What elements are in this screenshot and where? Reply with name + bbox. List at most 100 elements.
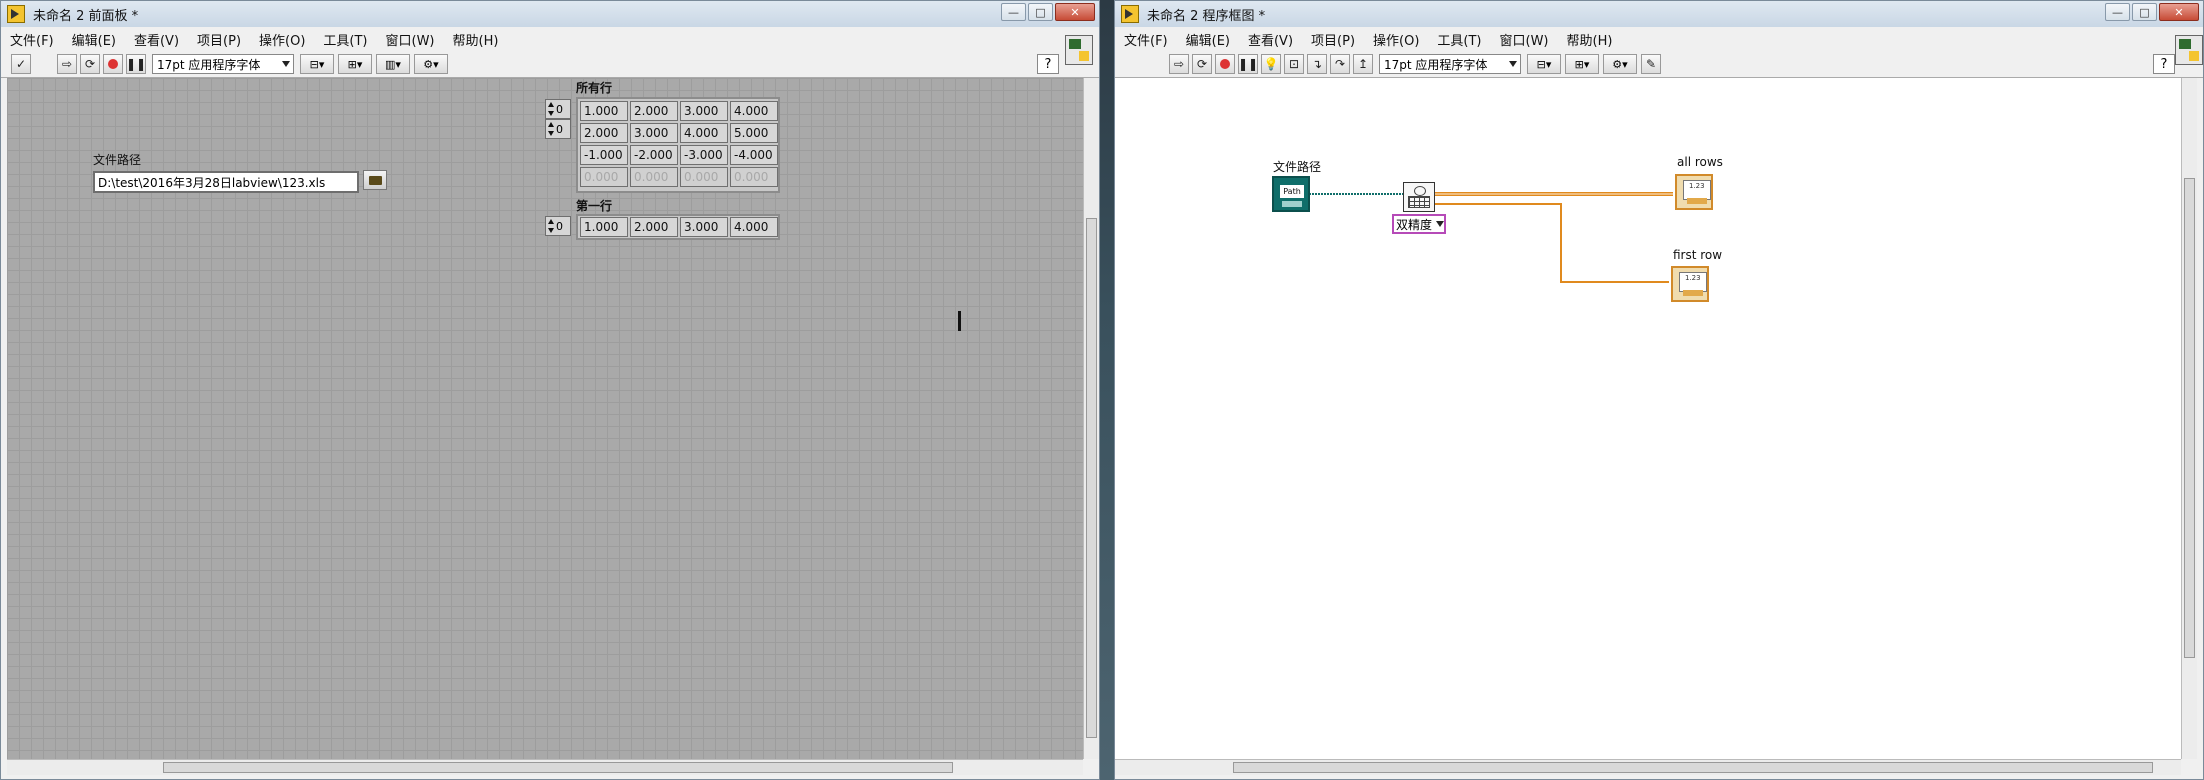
resize-objects-icon[interactable]: ▥▾: [376, 54, 410, 74]
table-cell[interactable]: 0.000: [680, 167, 728, 187]
highlight-execution-icon[interactable]: 💡: [1261, 54, 1281, 74]
abort-icon[interactable]: [1215, 54, 1235, 74]
menu-operate[interactable]: 操作(O): [1364, 30, 1428, 49]
table-cell[interactable]: -3.000: [680, 145, 728, 165]
block-diagram-titlebar[interactable]: 未命名 2 程序框图 * — □ ✕: [1115, 1, 2203, 27]
first-row-indicator-terminal[interactable]: 1.23: [1671, 266, 1709, 302]
run-continuously-icon[interactable]: ⟳: [80, 54, 100, 74]
menu-project[interactable]: 项目(P): [188, 30, 250, 49]
table-cell[interactable]: 2.000: [630, 101, 678, 121]
menu-tools[interactable]: 工具(T): [314, 30, 376, 49]
all-rows-indicator-label: all rows: [1677, 155, 1723, 169]
retain-wire-values-icon[interactable]: ⊡: [1284, 54, 1304, 74]
table-cell[interactable]: 4.000: [680, 123, 728, 143]
table-cell[interactable]: 0.000: [730, 167, 778, 187]
connector-pane-icon[interactable]: [2175, 35, 2203, 65]
table-cell[interactable]: 4.000: [730, 217, 778, 237]
scrollbar-thumb[interactable]: [1233, 762, 2153, 773]
menu-file[interactable]: 文件(F): [1, 30, 63, 49]
browse-folder-icon[interactable]: [363, 170, 387, 190]
path-control-terminal[interactable]: Path: [1272, 176, 1310, 212]
file-path-label: 文件路径: [93, 153, 142, 167]
menu-window[interactable]: 窗口(W): [1491, 30, 1558, 49]
menu-bar: 文件(F) 编辑(E) 查看(V) 项目(P) 操作(O) 工具(T) 窗口(W…: [1, 27, 1099, 51]
clean-up-diagram-icon[interactable]: ✎: [1641, 54, 1661, 74]
menu-edit[interactable]: 编辑(E): [1177, 30, 1239, 49]
menu-view[interactable]: 查看(V): [125, 30, 188, 49]
run-continuously-icon[interactable]: ⟳: [1192, 54, 1212, 74]
table-cell[interactable]: 3.000: [680, 217, 728, 237]
run-arrow-icon[interactable]: ⇨: [57, 54, 77, 74]
menu-edit[interactable]: 编辑(E): [63, 30, 125, 49]
vertical-scrollbar[interactable]: [1083, 78, 1099, 759]
minimize-button[interactable]: —: [1001, 3, 1026, 21]
table-cell[interactable]: 0.000: [630, 167, 678, 187]
labview-vi-icon: [7, 5, 25, 23]
menu-operate[interactable]: 操作(O): [250, 30, 314, 49]
table-cell[interactable]: 2.000: [580, 123, 628, 143]
table-cell[interactable]: -1.000: [580, 145, 628, 165]
table-cell[interactable]: 1.000: [580, 217, 628, 237]
first-row-wire: [1435, 203, 1669, 283]
block-diagram-canvas[interactable]: 文件路径 Path 双精度 all rows 1.23 first row 1.…: [1115, 78, 2181, 759]
first-row-array: 1.000 2.000 3.000 4.000: [576, 214, 780, 240]
all-rows-indicator-terminal[interactable]: 1.23: [1675, 174, 1713, 210]
close-button[interactable]: ✕: [1055, 3, 1095, 21]
maximize-button[interactable]: □: [2132, 3, 2157, 21]
scrollbar-thumb[interactable]: [1086, 218, 1097, 738]
row-index-stepper[interactable]: 0: [545, 99, 571, 119]
help-icon[interactable]: ?: [1037, 54, 1059, 74]
run-arrow-icon[interactable]: ⇨: [1169, 54, 1189, 74]
table-cell[interactable]: 0.000: [580, 167, 628, 187]
font-selector[interactable]: 17pt 应用程序字体: [1379, 54, 1521, 74]
align-objects-icon[interactable]: ⊟▾: [300, 54, 334, 74]
step-into-icon[interactable]: ↴: [1307, 54, 1327, 74]
menu-help[interactable]: 帮助(H): [444, 30, 508, 49]
maximize-button[interactable]: □: [1028, 3, 1053, 21]
read-spreadsheet-file-function[interactable]: [1403, 182, 1435, 212]
vertical-scrollbar[interactable]: [2181, 78, 2197, 759]
file-path-input[interactable]: D:\test\2016年3月28日labview\123.xls: [93, 171, 359, 193]
menu-bar: 文件(F) 编辑(E) 查看(V) 项目(P) 操作(O) 工具(T) 窗口(W…: [1115, 27, 2203, 51]
table-cell[interactable]: -2.000: [630, 145, 678, 165]
help-icon[interactable]: ?: [2153, 54, 2175, 74]
horizontal-scrollbar[interactable]: [7, 759, 1083, 775]
step-over-icon[interactable]: ↷: [1330, 54, 1350, 74]
minimize-button[interactable]: —: [2105, 3, 2130, 21]
column-index-stepper[interactable]: 0: [545, 119, 571, 139]
menu-file[interactable]: 文件(F): [1115, 30, 1177, 49]
front-panel-window: 未命名 2 前面板 * — □ ✕ 文件(F) 编辑(E) 查看(V) 项目(P…: [0, 0, 1100, 780]
checkmark-icon[interactable]: ✓: [11, 54, 31, 74]
pause-icon[interactable]: ❚❚: [126, 54, 146, 74]
table-cell[interactable]: 3.000: [630, 123, 678, 143]
menu-view[interactable]: 查看(V): [1239, 30, 1302, 49]
reorder-icon[interactable]: ⚙▾: [414, 54, 448, 74]
table-cell[interactable]: 4.000: [730, 101, 778, 121]
front-panel-canvas[interactable]: 文件路径 D:\test\2016年3月28日labview\123.xls 所…: [7, 78, 1083, 759]
table-cell[interactable]: 5.000: [730, 123, 778, 143]
scrollbar-thumb[interactable]: [163, 762, 953, 773]
connector-pane-icon[interactable]: [1065, 35, 1093, 65]
distribute-objects-icon[interactable]: ⊞▾: [1565, 54, 1599, 74]
table-cell[interactable]: 2.000: [630, 217, 678, 237]
table-cell[interactable]: 3.000: [680, 101, 728, 121]
table-cell[interactable]: -4.000: [730, 145, 778, 165]
close-button[interactable]: ✕: [2159, 3, 2199, 21]
font-selector[interactable]: 17pt 应用程序字体: [152, 54, 294, 74]
scrollbar-thumb[interactable]: [2184, 178, 2195, 658]
reorder-icon[interactable]: ⚙▾: [1603, 54, 1637, 74]
step-out-icon[interactable]: ↥: [1353, 54, 1373, 74]
pause-icon[interactable]: ❚❚: [1238, 54, 1258, 74]
menu-window[interactable]: 窗口(W): [377, 30, 444, 49]
front-panel-titlebar[interactable]: 未命名 2 前面板 * — □ ✕: [1, 1, 1099, 27]
menu-tools[interactable]: 工具(T): [1428, 30, 1490, 49]
first-row-index-stepper[interactable]: 0: [545, 216, 571, 236]
align-objects-icon[interactable]: ⊟▾: [1527, 54, 1561, 74]
menu-help[interactable]: 帮助(H): [1558, 30, 1622, 49]
polymorphic-type-selector[interactable]: 双精度: [1392, 214, 1446, 234]
menu-project[interactable]: 项目(P): [1302, 30, 1364, 49]
abort-icon[interactable]: [103, 54, 123, 74]
horizontal-scrollbar[interactable]: [1115, 759, 2181, 775]
table-cell[interactable]: 1.000: [580, 101, 628, 121]
distribute-objects-icon[interactable]: ⊞▾: [338, 54, 372, 74]
